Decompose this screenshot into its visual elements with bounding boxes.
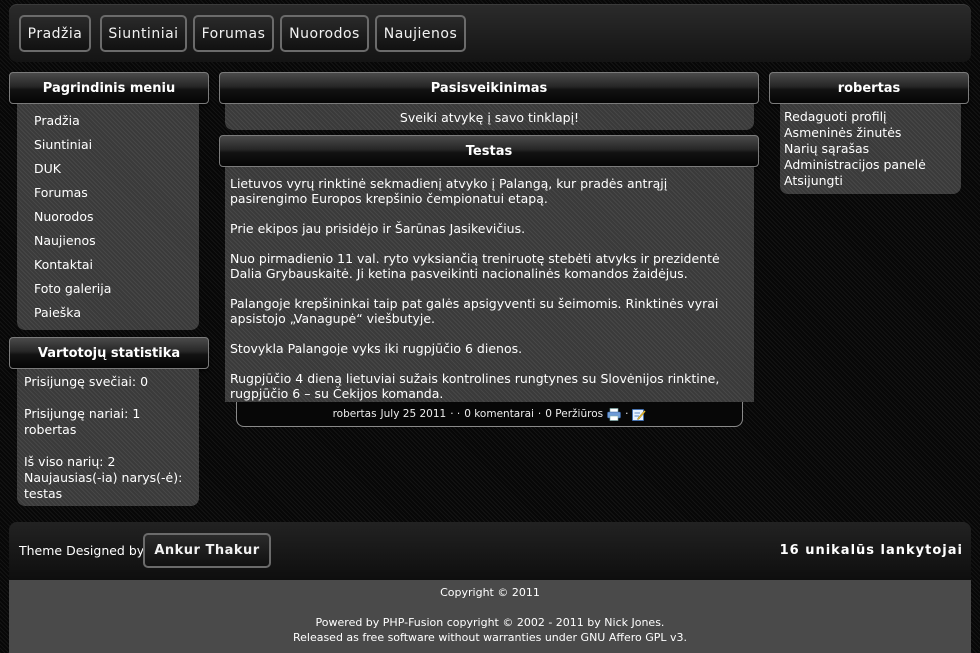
online-guests: Prisijungę svečiai: 0 — [24, 374, 149, 389]
printer-icon[interactable] — [607, 407, 621, 421]
menu-item-naujienos[interactable]: Naujienos — [34, 230, 199, 254]
user-link-members-list[interactable]: Narių sąrašas — [784, 141, 961, 157]
menu-item-pradzia[interactable]: Pradžia — [34, 110, 199, 134]
menu-item-siuntiniai[interactable]: Siuntiniai — [34, 134, 199, 158]
menu-item-duk[interactable]: DUK — [34, 158, 199, 182]
unique-visitors: 16 unikalūs lankytojai — [779, 543, 963, 558]
user-panel: Redaguoti profilį Asmeninės žinutės Nari… — [780, 104, 961, 194]
user-stats-panel: Prisijungę svečiai: 0 Prisijungę nariai:… — [17, 369, 199, 506]
news-author-link[interactable]: robertas — [333, 408, 377, 420]
online-members: Prisijungę nariai: 1 — [24, 406, 141, 421]
main-menu-panel: Pradžia Siuntiniai DUK Forumas Nuorodos … — [17, 104, 199, 330]
nav-item-siuntiniai[interactable]: Siuntiniai — [100, 15, 187, 52]
user-link-private-messages[interactable]: Asmeninės žinutės — [784, 125, 961, 141]
news-content: Lietuvos vyrų rinktinė sekmadienį atvyko… — [225, 167, 754, 401]
news-panel: Lietuvos vyrų rinktinė sekmadienį atvyko… — [225, 167, 754, 402]
main-menu-list: Pradžia Siuntiniai DUK Forumas Nuorodos … — [17, 104, 199, 326]
nav-item-pradzia[interactable]: Pradžia — [19, 15, 91, 52]
main-menu-title: Pagrindinis meniu — [9, 72, 209, 104]
news-date: July 25 2011 — [380, 408, 447, 420]
user-link-edit-profile[interactable]: Redaguoti profilį — [784, 109, 961, 125]
news-reads: 0 Peržiūros — [545, 408, 604, 420]
menu-item-forumas[interactable]: Forumas — [34, 182, 199, 206]
news-paragraph: Nuo pirmadienio 11 val. ryto vyksiančią … — [230, 251, 720, 281]
total-members: Iš viso narių: 2 — [24, 454, 116, 469]
nav-item-forumas[interactable]: Forumas — [193, 15, 274, 52]
license-text: Released as free software without warran… — [292, 631, 688, 644]
nav-item-nuorodos[interactable]: Nuorodos — [280, 15, 369, 52]
menu-item-kontaktai[interactable]: Kontaktai — [34, 254, 199, 278]
menu-item-foto-galerija[interactable]: Foto galerija — [34, 278, 199, 302]
news-paragraph: Prie ekipos jau prisidėjo ir Šarūnas Jas… — [230, 221, 526, 236]
menu-item-paieska[interactable]: Paieška — [34, 302, 199, 326]
user-link-admin-panel[interactable]: Administracijos panelė — [784, 157, 961, 173]
news-paragraph: Rugpjūčio 4 dieną lietuviai sužais kontr… — [230, 371, 720, 401]
theme-designed-by: Theme Designed by — [19, 543, 145, 558]
nav-item-naujienos[interactable]: Naujienos — [375, 15, 466, 52]
powered-by-text: Powered by PHP-Fusion copyright © 2002 -… — [315, 616, 665, 629]
user-stats-title: Vartotojų statistika — [9, 337, 209, 369]
news-paragraph: Lietuvos vyrų rinktinė sekmadienį atvyko… — [230, 176, 668, 206]
news-paragraph: Palangoje krepšininkai taip pat galės ap… — [230, 296, 719, 326]
designer-link[interactable]: Ankur Thakur — [143, 533, 271, 568]
separator: · · — [450, 408, 461, 420]
newest-member-label: Naujausias(-ia) narys(-ė): — [24, 470, 183, 485]
online-member-link[interactable]: robertas — [24, 422, 199, 438]
welcome-text: Sveiki atvykę į savo tinklapį! — [399, 110, 580, 125]
separator: · — [625, 408, 629, 420]
top-navigation-bar: Pradžia Siuntiniai Forumas Nuorodos Nauj… — [9, 4, 971, 62]
newest-member-link[interactable]: testas — [24, 486, 199, 502]
copyright-section: Copyright © 2011 Powered by PHP-Fusion c… — [9, 580, 971, 653]
news-comments-link[interactable]: 0 komentarai — [464, 408, 534, 420]
news-paragraph: Stovykla Palangoje vyks iki rugpjūčio 6 … — [230, 341, 523, 356]
edit-icon[interactable] — [632, 408, 647, 421]
user-panel-title: robertas — [769, 72, 969, 104]
news-footer: robertas July 25 2011 · · 0 komentarai ·… — [236, 402, 743, 427]
news-title: Testas — [219, 135, 759, 167]
copyright-text: Copyright © 2011 — [440, 586, 540, 599]
welcome-panel: Sveiki atvykę į savo tinklapį! — [225, 104, 754, 130]
separator: · — [537, 408, 542, 420]
footer-bar: Theme Designed by Ankur Thakur 16 unikal… — [9, 522, 971, 580]
user-link-logout[interactable]: Atsijungti — [784, 173, 961, 189]
user-panel-list: Redaguoti profilį Asmeninės žinutės Nari… — [780, 104, 961, 189]
menu-item-nuorodos[interactable]: Nuorodos — [34, 206, 199, 230]
welcome-title: Pasisveikinimas — [219, 72, 759, 104]
